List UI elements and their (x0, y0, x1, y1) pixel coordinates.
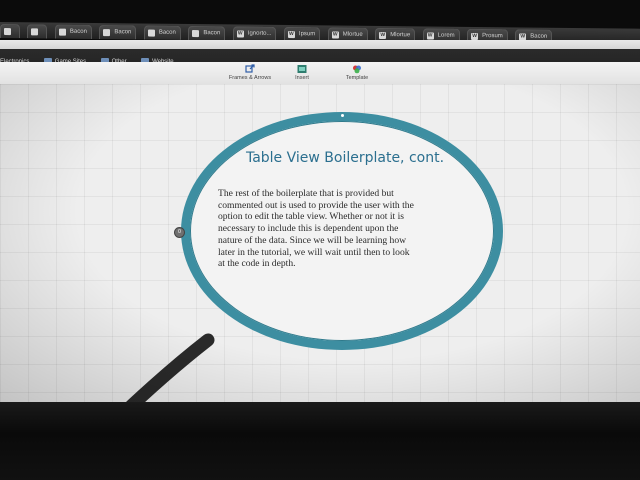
tab-label: Bacon (69, 28, 87, 35)
tab-favicon-icon (4, 28, 11, 36)
toolbar-label: Template (345, 75, 369, 81)
tab-label: Ipsum (298, 31, 316, 38)
app-toolbar: Frames & Arrows Insert Template (0, 62, 640, 85)
tab-label: Mlortue (390, 32, 411, 39)
tab-label: Bacon (158, 29, 176, 36)
template-icon (353, 65, 361, 74)
browser-tab[interactable]: Bacon (54, 24, 92, 39)
frames-arrows-icon (245, 64, 255, 73)
tab-favicon-icon: W (287, 31, 295, 39)
bookmarks-bar: Electronics Game Sites Other Website (0, 40, 640, 65)
browser-tab[interactable]: Bacon (143, 25, 181, 40)
tab-label: Bacon (530, 33, 548, 40)
browser-tab[interactable]: W Ignorto... (232, 26, 277, 41)
browser-tab[interactable] (0, 24, 20, 39)
template-button[interactable]: Template (340, 64, 374, 81)
tab-favicon-icon (58, 28, 66, 36)
tab-label: Lorem (437, 32, 455, 39)
tab-favicon-icon: W (379, 31, 387, 40)
insert-icon (297, 65, 307, 73)
tab-label: Bacon (203, 30, 221, 37)
tab-favicon-icon (31, 28, 39, 36)
tab-favicon-icon: W (236, 30, 244, 38)
monitor-screen: Bacon Bacon Bacon Bacon W Ignorto... W Ips… (0, 0, 640, 480)
tab-favicon-icon: W (426, 32, 434, 40)
toolbar-label: Frames & Arrows (228, 75, 272, 81)
tab-favicon-icon (192, 30, 200, 38)
bookmark-list: Electronics Game Sites Other Website (0, 50, 184, 65)
insert-button[interactable]: Insert (288, 64, 316, 81)
tab-label: Ignorto... (247, 30, 272, 37)
address-bar-strip (0, 40, 640, 49)
pen-stroke (125, 333, 215, 402)
presentation-canvas[interactable]: 0 Table View Boilerplate, cont. The rest… (0, 84, 640, 402)
tab-favicon-icon: W (471, 32, 479, 41)
browser-tab[interactable]: Bacon (99, 25, 137, 40)
tab-favicon-icon: W (331, 31, 339, 39)
tab-label: Prosum (482, 33, 503, 40)
browser-tab[interactable]: Bacon (188, 25, 226, 41)
toolbar-label: Insert (295, 75, 309, 81)
frames-arrows-button[interactable]: Frames & Arrows (228, 64, 272, 81)
tab-favicon-icon (103, 29, 111, 37)
monitor-bezel (0, 402, 640, 480)
tab-label: Mlortue (342, 31, 363, 38)
tab-favicon-icon (147, 29, 155, 37)
tab-label: Bacon (114, 29, 132, 36)
browser-tab[interactable] (27, 24, 48, 39)
